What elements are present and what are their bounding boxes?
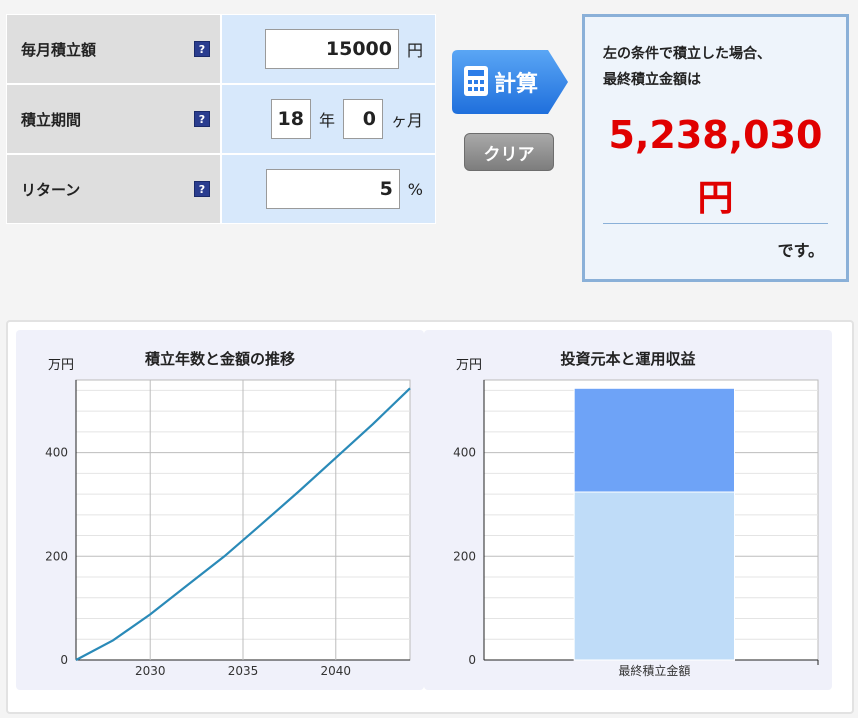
clear-button[interactable]: クリア xyxy=(464,133,554,171)
y-tick-label: 0 xyxy=(468,653,476,667)
line-chart: 0 200 400 2030 2035 2040 xyxy=(16,330,424,690)
bar-principal xyxy=(573,491,735,661)
y-tick-label: 0 xyxy=(60,653,68,667)
result-amount: 5,238,030 xyxy=(608,113,823,157)
bar-chart: 0 200 400 最終積立金額 xyxy=(424,330,832,690)
help-icon[interactable]: ? xyxy=(194,181,210,197)
bar-chart-title: 投資元本と運用収益 xyxy=(560,350,696,368)
period-years-input[interactable]: 18 xyxy=(270,99,311,139)
monthly-amount-input[interactable]: 15000 xyxy=(264,29,399,69)
y-tick-label: 400 xyxy=(453,446,476,460)
calculator-icon xyxy=(464,66,488,96)
x-tick-label: 2035 xyxy=(228,664,259,678)
period-row: 積立期間 ? 18 年 0 ヶ月 xyxy=(6,84,436,154)
period-years-unit: 年 xyxy=(318,111,335,130)
period-months-input[interactable]: 0 xyxy=(342,99,383,139)
return-value-cell: 5 % xyxy=(221,154,436,224)
monthly-label: 毎月積立額 xyxy=(21,40,97,59)
x-category-label: 最終積立金額 xyxy=(618,663,690,678)
period-label: 積立期間 xyxy=(21,110,82,129)
return-row: リターン ? 5 % xyxy=(6,154,436,224)
y-tick-label: 400 xyxy=(45,446,68,460)
y-tick-label: 200 xyxy=(453,549,476,563)
bar-profit xyxy=(573,387,735,493)
period-months-unit: ヶ月 xyxy=(390,111,423,130)
result-divider xyxy=(603,223,828,224)
period-label-cell: 積立期間 ? xyxy=(6,84,221,154)
monthly-unit: 円 xyxy=(406,41,423,60)
help-icon[interactable]: ? xyxy=(194,41,210,57)
period-value-cell: 18 年 0 ヶ月 xyxy=(221,84,436,154)
result-box: 左の条件で積立した場合、 最終積立金額は 5,238,030 円 です。 xyxy=(582,14,849,282)
result-description: 左の条件で積立した場合、 最終積立金額は xyxy=(603,41,771,93)
monthly-value-cell: 15000 円 xyxy=(221,14,436,84)
y-tick-label: 200 xyxy=(45,549,68,563)
result-line-2: 最終積立金額は xyxy=(603,72,701,88)
return-rate-input[interactable]: 5 xyxy=(265,169,400,209)
calculate-button[interactable]: 計算 xyxy=(452,50,568,114)
bar-chart-y-unit: 万円 xyxy=(456,358,483,373)
result-suffix: です。 xyxy=(777,241,824,260)
x-tick-label: 2030 xyxy=(135,664,166,678)
x-tick-label: 2040 xyxy=(321,664,352,678)
monthly-label-cell: 毎月積立額 ? xyxy=(6,14,221,84)
monthly-row: 毎月積立額 ? 15000 円 xyxy=(6,14,436,84)
return-label-cell: リターン ? xyxy=(6,154,221,224)
result-currency: 円 xyxy=(697,178,734,219)
calculate-label: 計算 xyxy=(494,72,539,97)
return-unit: % xyxy=(407,179,423,199)
return-label: リターン xyxy=(21,180,81,199)
help-icon[interactable]: ? xyxy=(194,111,210,127)
line-chart-y-unit: 万円 xyxy=(48,358,75,373)
line-chart-title: 積立年数と金額の推移 xyxy=(144,350,295,368)
result-line-1: 左の条件で積立した場合、 xyxy=(603,46,771,62)
